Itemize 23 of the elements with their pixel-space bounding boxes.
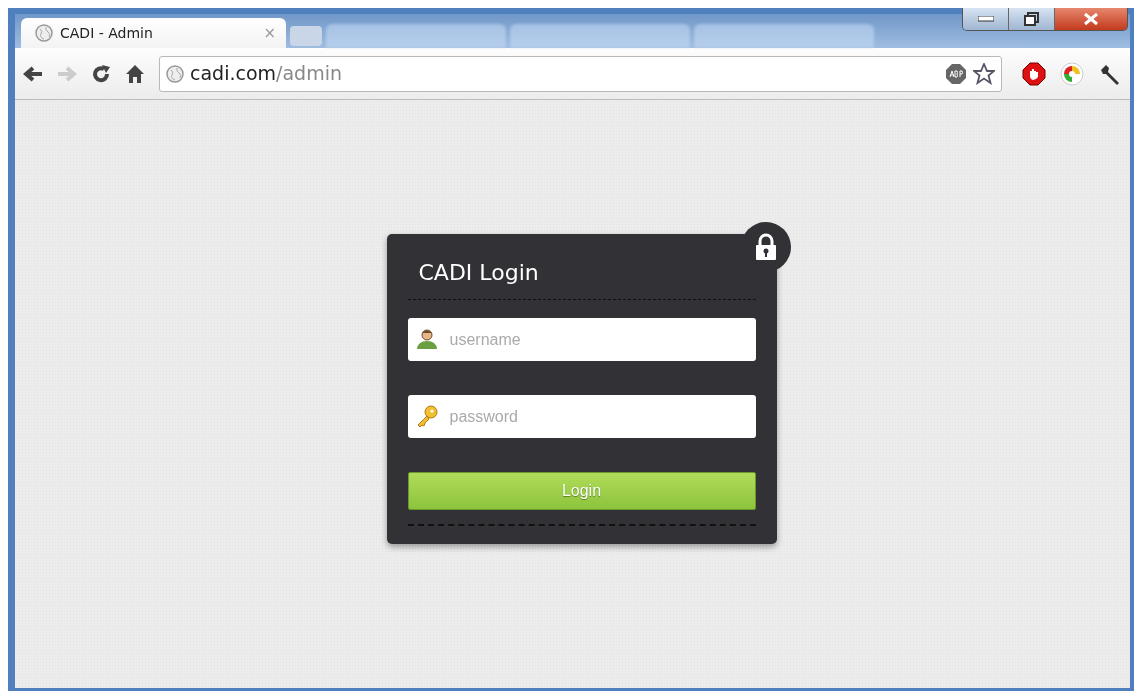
restore-button[interactable] <box>1009 8 1055 30</box>
user-icon <box>415 328 438 350</box>
reload-icon[interactable] <box>91 63 111 84</box>
stop-hand-icon[interactable] <box>1022 61 1046 86</box>
address-bar[interactable]: cadi.com/admin <box>159 55 1002 92</box>
password-field[interactable]: password <box>407 395 756 438</box>
login-title: CADI Login <box>407 250 756 300</box>
close-button[interactable] <box>1055 8 1127 30</box>
close-icon <box>1083 12 1099 26</box>
username-field[interactable]: username <box>407 318 756 361</box>
browser-tab[interactable]: CADI - Admin × <box>21 18 286 48</box>
restore-icon <box>1023 12 1040 26</box>
star-icon[interactable] <box>973 62 995 85</box>
minimize-icon <box>977 16 994 22</box>
globe-icon <box>166 64 184 83</box>
adblock-icon[interactable] <box>945 62 967 85</box>
home-icon[interactable] <box>125 63 145 84</box>
back-icon[interactable] <box>23 65 43 82</box>
globe-icon <box>35 24 53 42</box>
tab-title: CADI - Admin <box>60 23 154 43</box>
key-icon <box>415 405 438 427</box>
minimize-button[interactable] <box>963 8 1009 30</box>
extension-icon[interactable] <box>1060 61 1084 86</box>
